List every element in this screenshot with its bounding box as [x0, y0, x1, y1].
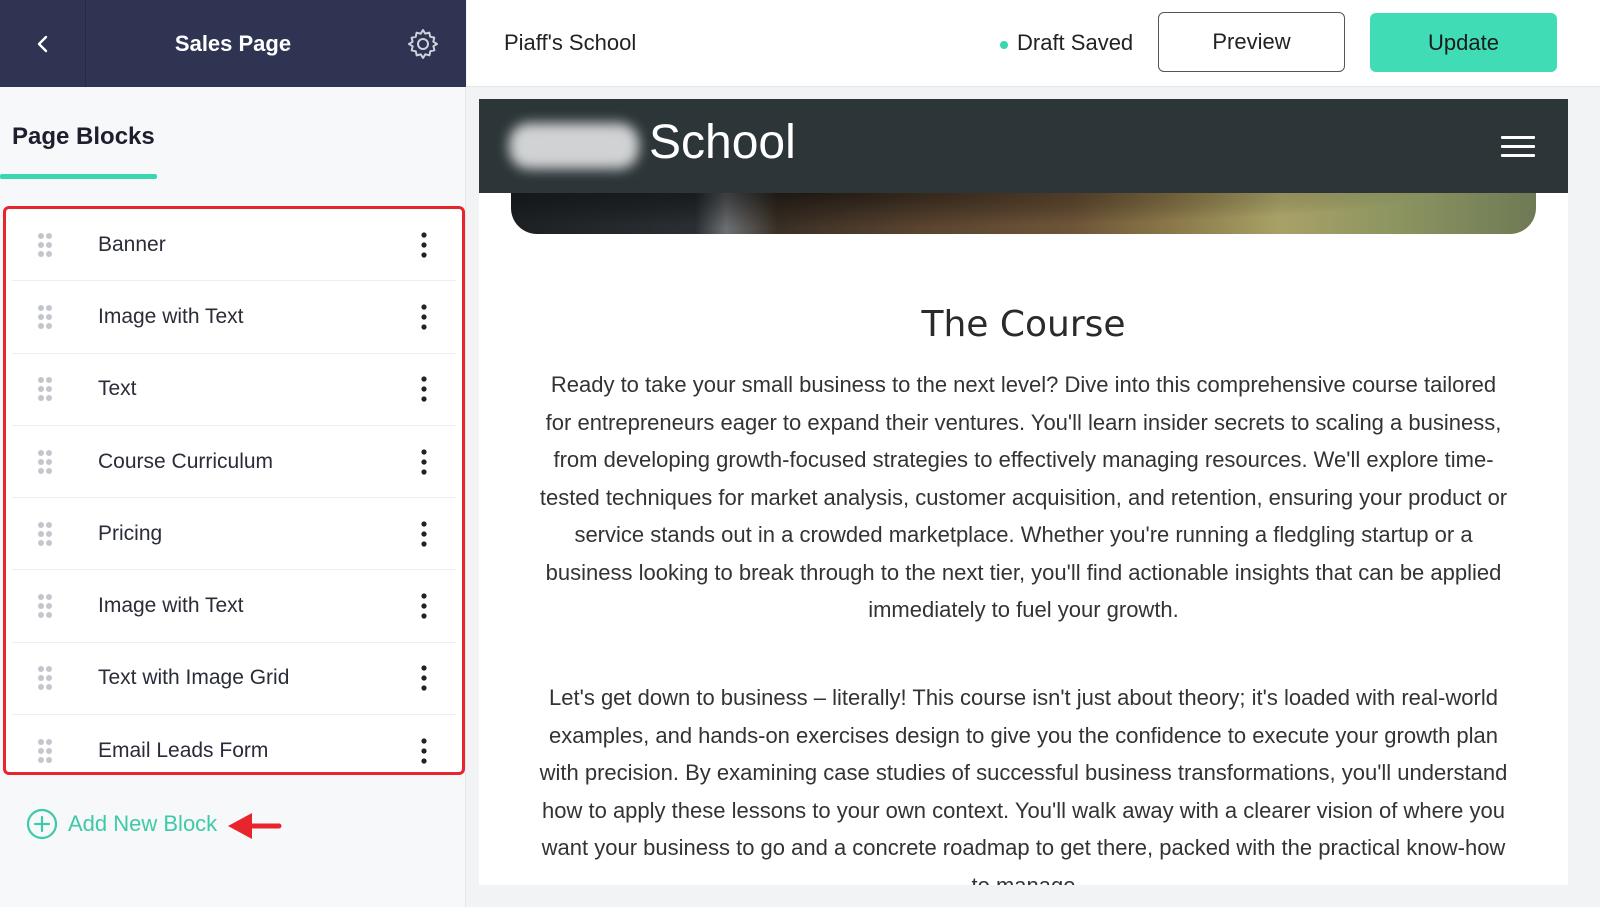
hamburger-icon[interactable] — [1501, 136, 1535, 163]
editor-top-bar: Piaff's School Draft Saved Preview Updat… — [467, 0, 1600, 87]
plus-circle-icon — [26, 808, 58, 840]
block-item[interactable]: Banner — [12, 209, 456, 282]
status-dot-icon — [1000, 41, 1008, 49]
kebab-menu-icon[interactable] — [414, 304, 434, 330]
drag-handle-icon[interactable] — [12, 738, 78, 764]
kebab-menu-icon[interactable] — [414, 593, 434, 619]
block-label: Image with Text — [98, 594, 244, 618]
preview-button[interactable]: Preview — [1158, 12, 1345, 72]
kebab-menu-icon[interactable] — [414, 232, 434, 258]
update-button[interactable]: Update — [1370, 13, 1557, 72]
chevron-left-icon — [37, 35, 47, 52]
drag-handle-icon[interactable] — [12, 665, 78, 691]
drag-handle-icon[interactable] — [12, 304, 78, 330]
block-item[interactable]: Course Curriculum — [12, 426, 456, 499]
site-logo-text: School — [649, 116, 796, 169]
site-header: School — [479, 99, 1568, 193]
block-label: Pricing — [98, 521, 163, 545]
kebab-menu-icon[interactable] — [414, 521, 434, 547]
course-paragraph-2: Let's get down to business – literally! … — [539, 685, 1508, 885]
active-tab-indicator — [0, 174, 157, 179]
drag-handle-icon[interactable] — [12, 593, 78, 619]
block-item[interactable]: Text with Image Grid — [12, 643, 456, 716]
sidebar-header: Sales Page — [0, 0, 466, 87]
block-label: Email Leads Form — [98, 739, 269, 763]
back-button[interactable] — [0, 0, 86, 87]
block-item[interactable]: Image with Text — [12, 570, 456, 643]
drag-handle-icon[interactable] — [12, 376, 78, 402]
block-item[interactable]: Pricing — [12, 498, 456, 571]
kebab-menu-icon[interactable] — [414, 376, 434, 402]
page-blocks-list: Banner Image with Text Text Course Curri… — [3, 206, 465, 775]
kebab-menu-icon[interactable] — [414, 448, 434, 475]
block-label: Course Curriculum — [98, 449, 274, 473]
drag-handle-icon[interactable] — [12, 521, 78, 547]
block-label: Image with Text — [98, 304, 244, 328]
gear-icon — [408, 28, 438, 59]
add-new-block-label: Add New Block — [68, 811, 218, 836]
page-preview: School The Course Ready to take your sma… — [479, 99, 1568, 885]
section-title: The Course — [921, 304, 1126, 345]
sidebar: Sales Page Page Blocks Banner Image with… — [0, 0, 466, 907]
block-item[interactable]: Email Leads Form — [12, 715, 456, 787]
block-label: Banner — [98, 232, 166, 256]
kebab-menu-icon[interactable] — [414, 665, 434, 692]
add-new-block-button[interactable]: Add New Block — [26, 808, 217, 840]
blurred-logo-image — [509, 123, 639, 169]
page-blocks-tab[interactable]: Page Blocks — [0, 87, 466, 183]
draft-status: Draft Saved — [1000, 30, 1133, 56]
kebab-menu-icon[interactable] — [414, 738, 434, 764]
block-item[interactable]: Image with Text — [12, 281, 456, 354]
banner-image — [511, 193, 1536, 234]
block-label: Text — [98, 377, 137, 401]
tab-page-blocks-label: Page Blocks — [12, 123, 155, 150]
block-label: Text with Image Grid — [98, 666, 290, 690]
drag-handle-icon[interactable] — [12, 449, 78, 475]
block-item[interactable]: Text — [12, 354, 456, 426]
course-paragraph-1: Ready to take your small business to the… — [539, 372, 1508, 622]
settings-button[interactable] — [380, 0, 466, 87]
school-name: Piaff's School — [504, 30, 637, 55]
draft-status-label: Draft Saved — [1017, 30, 1134, 55]
drag-handle-icon[interactable] — [12, 232, 78, 258]
sidebar-title: Sales Page — [174, 30, 292, 56]
red-arrow-annotation-icon — [228, 813, 282, 839]
